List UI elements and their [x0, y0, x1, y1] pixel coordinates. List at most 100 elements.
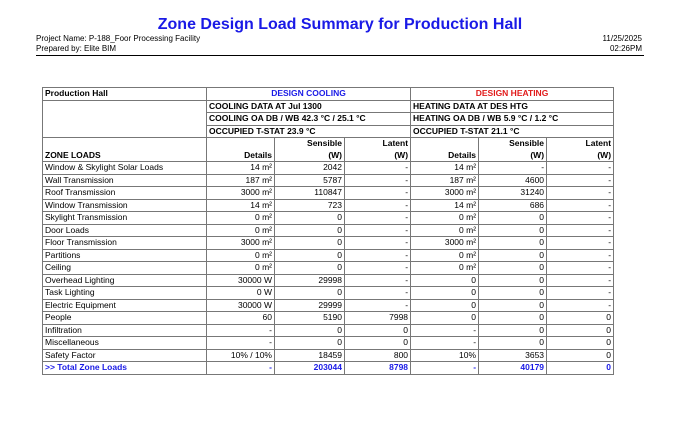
column-header-row-2: ZONE LOADS Details (W) (W) Details (W) (… — [42, 149, 615, 162]
heating-latent-cell: - — [546, 298, 615, 312]
row-label: Electric Equipment — [42, 298, 207, 312]
heating-latent-cell: - — [546, 286, 615, 300]
row-label: Skylight Transmission — [42, 211, 207, 225]
cooling-latent-cell: 0 — [343, 323, 412, 337]
table-row: Overhead Lighting 30000 W 29998-0 0- — [42, 273, 615, 287]
heating-latent-cell: - — [546, 186, 615, 200]
heating-details-cell: 0 — [410, 311, 480, 325]
heating-details-cell: 0 — [410, 298, 480, 312]
heating-line-1: HEATING DATA AT DES HTG — [410, 99, 615, 113]
zone-title-cell: Production Hall — [42, 87, 207, 101]
cooling-sensible-header: Sensible — [274, 137, 345, 150]
row-label: Overhead Lighting — [42, 273, 207, 287]
row-label: Ceiling — [42, 261, 207, 275]
cooling-latent-cell: - — [343, 186, 412, 200]
cooling-details-cell: 0 m² — [206, 248, 275, 262]
zone-load-table: Production Hall DESIGN COOLING DESIGN HE… — [42, 87, 615, 375]
cooling-details-cell: 14 m² — [206, 161, 275, 175]
cooling-header: DESIGN COOLING — [205, 87, 412, 101]
table-body: Production Hall DESIGN COOLING DESIGN HE… — [42, 87, 615, 375]
heating-latent-cell: 0 — [546, 336, 615, 350]
cooling-latent-cell: - — [343, 198, 412, 212]
cooling-sensible-cell: 0 — [274, 336, 345, 350]
row-label: Window & Skylight Solar Loads — [42, 161, 207, 175]
total-heating-latent: 0 — [546, 361, 615, 375]
total-cooling-latent: 8798 — [343, 361, 412, 375]
heating-latent-cell: - — [546, 261, 615, 275]
heating-sensible-cell: 0 — [478, 248, 548, 262]
row-label: Partitions — [42, 248, 207, 262]
heating-details-cell: 0 — [410, 273, 480, 287]
cooling-line-1: COOLING DATA AT Jul 1300 — [205, 99, 412, 113]
cooling-latent-cell: - — [343, 261, 412, 275]
table-row: Safety Factor 10% / 10% 18459 800 10% 3653 0 — [42, 348, 615, 362]
cooling-latent-cell: - — [343, 236, 412, 250]
zone-loads-spacer — [42, 137, 207, 150]
row-label: Floor Transmission — [42, 236, 207, 250]
cooling-latent-cell: - — [343, 223, 412, 237]
table-row: Miscellaneous -0 0-0 0 — [42, 336, 615, 350]
cooling-details-cell: 10% / 10% — [206, 348, 275, 362]
heating-details-cell: - — [410, 323, 480, 337]
cooling-sensible-unit: (W) — [274, 149, 345, 162]
total-row: >> Total Zone Loads -203044 8798-40179 0 — [42, 361, 615, 375]
report-time: 02:26PM — [609, 44, 642, 53]
cooling-details-cell: 30000 W — [206, 298, 275, 312]
cooling-latent-cell: 0 — [343, 336, 412, 350]
heating-details-cell: 0 m² — [410, 261, 480, 275]
cooling-sensible-cell: 110847 — [274, 186, 345, 200]
row-label: Window Transmission — [42, 198, 207, 212]
cooling-details-header: Details — [206, 149, 275, 162]
cooling-sensible-cell: 0 — [274, 248, 345, 262]
prepared-by: Prepared by: Elite BIM — [36, 44, 117, 53]
report-date: 11/25/2025 — [602, 34, 642, 43]
heating-sensible-cell: 0 — [478, 236, 548, 250]
heating-details-spacer — [410, 137, 480, 150]
cooling-sensible-cell: 0 — [274, 211, 345, 225]
cooling-details-cell: 0 m² — [206, 223, 275, 237]
cooling-latent-cell: - — [343, 273, 412, 287]
cooling-line-3: OCCUPIED T-STAT 23.9 °C — [205, 124, 412, 138]
cooling-latent-cell: - — [343, 173, 412, 187]
table-row: Task Lighting 0 W0-00- — [42, 286, 615, 300]
heating-details-cell: 0 m² — [410, 211, 480, 225]
table-row: Partitions 0 m² 0-0 m² 0- — [42, 248, 615, 262]
heating-details-cell: 14 m² — [410, 161, 480, 175]
report-meta-right: 11/25/2025 02:26PM — [603, 34, 642, 54]
heating-latent-cell: - — [546, 161, 615, 175]
heating-sensible-cell: 0 — [478, 298, 548, 312]
cooling-details-spacer — [206, 137, 275, 150]
cooling-sensible-cell: 0 — [274, 223, 345, 237]
heating-latent-unit: (W) — [546, 149, 615, 162]
heating-latent-cell: 0 — [546, 323, 615, 337]
cooling-sensible-cell: 5190 — [274, 311, 345, 325]
heating-line-3: OCCUPIED T-STAT 21.1 °C — [410, 124, 615, 138]
heating-details-cell: - — [410, 336, 480, 350]
heating-sensible-cell: 0 — [478, 311, 548, 325]
row-label: Safety Factor — [42, 348, 207, 362]
heating-latent-cell: 0 — [546, 311, 615, 325]
header-rule — [36, 55, 644, 56]
table-row: Electric Equipment 30000 W 29999-0 0- — [42, 298, 615, 312]
table-row: Door Loads 0 m² 0-0 m² 0- — [42, 223, 615, 237]
cooling-details-cell: 0 m² — [206, 211, 275, 225]
cooling-latent-cell: - — [343, 298, 412, 312]
cooling-line-2: COOLING OA DB / WB 42.3 °C / 25.1 °C — [205, 112, 412, 126]
header-row-2: COOLING DATA AT Jul 1300 HEATING DATA AT… — [42, 99, 615, 138]
total-label: >> Total Zone Loads — [42, 361, 207, 375]
heating-details-cell: 3000 m² — [410, 186, 480, 200]
heating-line-2: HEATING OA DB / WB 5.9 °C / 1.2 °C — [410, 112, 615, 126]
row-label: People — [42, 311, 207, 325]
total-cooling-details: - — [206, 361, 275, 375]
cooling-details-cell: 30000 W — [206, 273, 275, 287]
row-label: Task Lighting — [42, 286, 207, 300]
row-label: Wall Transmission — [42, 173, 207, 187]
cooling-sensible-cell: 18459 — [274, 348, 345, 362]
table-row: Ceiling 0 m² 0-0 m² 0- — [42, 261, 615, 275]
heating-details-cell: 187 m² — [410, 173, 480, 187]
heating-details-cell: 3000 m² — [410, 236, 480, 250]
heating-details-cell: 10% — [410, 348, 480, 362]
row-label: Roof Transmission — [42, 186, 207, 200]
cooling-sensible-cell: 0 — [274, 261, 345, 275]
heating-details-cell: 14 m² — [410, 198, 480, 212]
